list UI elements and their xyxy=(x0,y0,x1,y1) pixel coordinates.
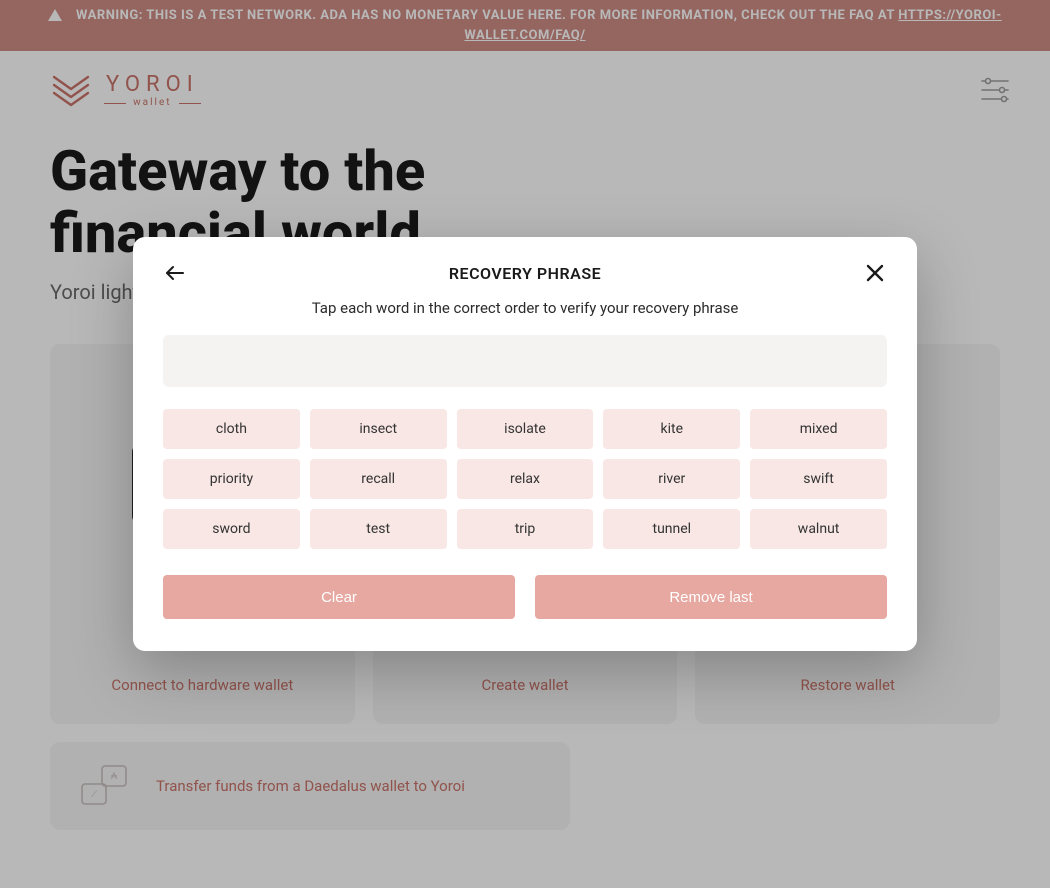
word-chip[interactable]: isolate xyxy=(457,409,594,449)
word-chip[interactable]: river xyxy=(603,459,740,499)
word-chip[interactable]: relax xyxy=(457,459,594,499)
modal-subtitle: Tap each word in the correct order to ve… xyxy=(163,299,887,317)
modal-overlay: RECOVERY PHRASE Tap each word in the cor… xyxy=(0,0,1050,888)
word-chip[interactable]: insect xyxy=(310,409,447,449)
word-chip-grid: cloth insect isolate kite mixed priority… xyxy=(163,409,887,549)
word-chip[interactable]: trip xyxy=(457,509,594,549)
word-chip[interactable]: kite xyxy=(603,409,740,449)
word-chip[interactable]: tunnel xyxy=(603,509,740,549)
close-button[interactable] xyxy=(863,261,887,285)
clear-button[interactable]: Clear xyxy=(163,575,515,619)
word-chip[interactable]: recall xyxy=(310,459,447,499)
remove-last-button[interactable]: Remove last xyxy=(535,575,887,619)
word-chip[interactable]: priority xyxy=(163,459,300,499)
back-button[interactable] xyxy=(163,261,187,285)
word-chip[interactable]: swift xyxy=(750,459,887,499)
word-chip[interactable]: test xyxy=(310,509,447,549)
word-chip[interactable]: cloth xyxy=(163,409,300,449)
selected-phrase-area xyxy=(163,335,887,387)
word-chip[interactable]: sword xyxy=(163,509,300,549)
word-chip[interactable]: walnut xyxy=(750,509,887,549)
recovery-phrase-modal: RECOVERY PHRASE Tap each word in the cor… xyxy=(133,237,917,651)
modal-title: RECOVERY PHRASE xyxy=(187,264,863,283)
word-chip[interactable]: mixed xyxy=(750,409,887,449)
